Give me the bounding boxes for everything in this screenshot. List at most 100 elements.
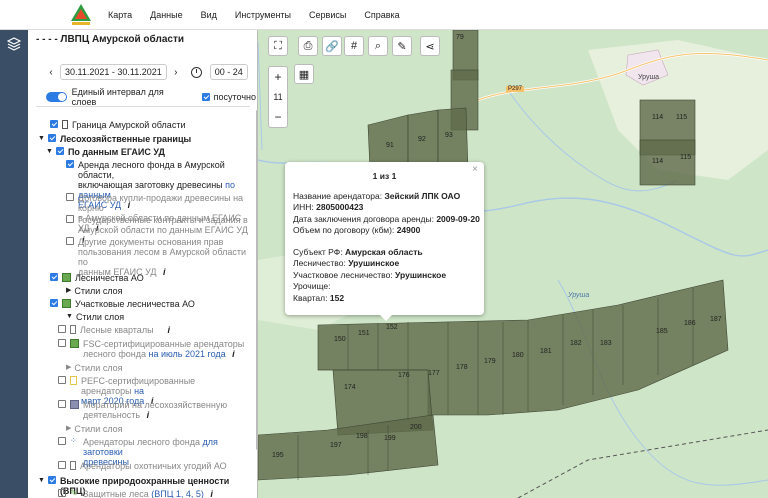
- menu-map[interactable]: Карта: [108, 10, 132, 20]
- menu-view[interactable]: Вид: [201, 10, 217, 20]
- print-icon[interactable]: ⎙: [298, 36, 318, 56]
- qr-icon[interactable]: ▦: [294, 64, 314, 84]
- table-icon: [62, 273, 71, 282]
- checkbox[interactable]: [58, 325, 66, 333]
- checkbox[interactable]: [58, 437, 66, 445]
- quarter-label: 200: [410, 424, 422, 431]
- hourly-label: посуточно: [213, 92, 256, 102]
- hourly-checkbox[interactable]: [201, 93, 210, 101]
- checkbox[interactable]: [47, 134, 56, 142]
- zoom-out-button[interactable]: −: [269, 107, 287, 127]
- layer-label: Лесничества АО: [75, 273, 144, 283]
- forestry-value: Урушинское: [348, 258, 400, 268]
- info-icon[interactable]: i: [168, 325, 171, 335]
- menu-tools[interactable]: Инструменты: [235, 10, 291, 20]
- layer-moratoria[interactable]: Мораторий на лесохозяйственную деятельно…: [58, 400, 248, 420]
- caret-down-icon[interactable]: ▼: [46, 147, 53, 157]
- points-icon: ⁘: [70, 436, 77, 445]
- map-view[interactable]: 79 91 92 93 114 115 114 115 150 151 152 …: [258, 30, 768, 498]
- time-range-input[interactable]: 00 - 24: [209, 64, 248, 80]
- caret-right-icon[interactable]: ▶: [66, 363, 71, 373]
- checkbox[interactable]: [58, 400, 66, 408]
- quarter-label: 150: [334, 336, 346, 343]
- checkbox[interactable]: [55, 147, 64, 155]
- layer-hunting[interactable]: Арендаторы охотничьих угодий АО: [58, 461, 227, 471]
- grid-icon[interactable]: #: [344, 36, 364, 56]
- caret-down-icon[interactable]: ▼: [66, 312, 73, 322]
- layer-amur-border[interactable]: Граница Амурской области: [50, 120, 185, 130]
- layers-icon[interactable]: [4, 34, 24, 54]
- styles-toggle[interactable]: ▶ Стили слоя: [66, 363, 123, 373]
- group-label: Лесохозяйственные границы: [59, 134, 192, 144]
- caret-right-icon[interactable]: ▶: [66, 424, 71, 434]
- layer-district-forestries[interactable]: Участковые лесничества АО: [50, 299, 195, 309]
- volume-value: 24900: [396, 225, 421, 235]
- checkbox[interactable]: [66, 215, 74, 223]
- checkbox[interactable]: [47, 476, 56, 484]
- layer-protective[interactable]: ✎ Защитные леса (ВПЦ 1, 4, 5) i: [58, 489, 213, 498]
- layer-quarters[interactable]: Лесные кварталы i: [58, 325, 170, 335]
- top-menu-bar: Карта Данные Вид Инструменты Сервисы Спр…: [0, 0, 768, 30]
- zoom-region-icon[interactable]: ⌕: [368, 36, 388, 56]
- layer-label: Арендаторы охотничьих угодий АО: [80, 461, 227, 471]
- layer-other[interactable]: Другие документы основания прав пользова…: [66, 237, 250, 277]
- panel-title: - - - - ЛВПЦ Амурской области: [36, 34, 184, 45]
- time-range[interactable]: 00 - 24: [190, 64, 252, 80]
- quarter-label: 198: [356, 433, 368, 440]
- quarter-label: 174: [344, 384, 356, 391]
- zoom-level: 11: [273, 92, 283, 102]
- quarter-label: 91: [386, 142, 394, 149]
- layer-label: Другие документы основания прав пользова…: [78, 237, 246, 277]
- layer-forestries[interactable]: Лесничества АО: [50, 273, 144, 283]
- quarter-label: 187: [710, 316, 722, 323]
- place-label-town: Уруша: [638, 74, 659, 81]
- pin-icon[interactable]: ✎: [392, 36, 412, 56]
- document-icon: [70, 376, 77, 385]
- share-icon[interactable]: ⋖: [420, 36, 440, 56]
- outline-icon: [70, 325, 76, 334]
- date-range-row: ‹ 30.11.2021 - 30.11.2021 › 00 - 24: [46, 64, 252, 80]
- layer-fsc[interactable]: FSC-сертифицированные арендаторы лесного…: [58, 339, 248, 359]
- zoom-in-button[interactable]: +: [269, 67, 287, 87]
- zoom-control: + 11 −: [268, 66, 288, 128]
- single-interval-toggle[interactable]: [46, 92, 67, 102]
- quarter-label: 197: [330, 442, 342, 449]
- styles-toggle[interactable]: ▶ Стили слоя: [66, 286, 123, 296]
- checkbox[interactable]: [66, 193, 74, 201]
- link-icon[interactable]: 🔗: [322, 36, 342, 56]
- menu-data[interactable]: Данные: [150, 10, 183, 20]
- app-logo[interactable]: [70, 3, 92, 27]
- layer-label: Лесные кварталы: [80, 325, 154, 335]
- group-forest-bounds[interactable]: ▼ Лесохозяйственные границы: [38, 134, 191, 144]
- menu-services[interactable]: Сервисы: [309, 10, 346, 20]
- layers-panel: - - - - ЛВПЦ Амурской области ‹ 30.11.20…: [28, 30, 258, 498]
- quarter-label: 115: [680, 154, 692, 161]
- checkbox[interactable]: [58, 339, 66, 347]
- next-date-icon[interactable]: ›: [171, 67, 181, 78]
- checkbox[interactable]: [58, 461, 66, 469]
- prev-date-icon[interactable]: ‹: [46, 67, 56, 78]
- subject-value: Амурская область: [344, 246, 423, 257]
- styles-toggle[interactable]: ▶ Стили слоя: [66, 424, 123, 434]
- checkbox[interactable]: [66, 160, 74, 168]
- interval-row: Единый интервал для слоев посуточно: [46, 87, 256, 107]
- menu-help[interactable]: Справка: [364, 10, 399, 20]
- checkbox[interactable]: [50, 120, 58, 128]
- quarter-label: 114: [652, 158, 664, 165]
- group-egais[interactable]: ▼ По данным ЕГАИС УД: [46, 147, 165, 157]
- quarter-label: 152: [386, 324, 398, 331]
- close-icon[interactable]: ×: [472, 164, 478, 176]
- date-range-input[interactable]: 30.11.2021 - 30.11.2021: [60, 64, 167, 80]
- checkbox[interactable]: [50, 273, 58, 281]
- checkbox[interactable]: [58, 489, 66, 497]
- caret-right-icon[interactable]: ▶: [66, 286, 71, 296]
- caret-down-icon[interactable]: ▼: [38, 134, 45, 144]
- styles-toggle[interactable]: ▼ Стили слоя: [66, 312, 124, 322]
- checkbox[interactable]: [58, 376, 66, 384]
- checkbox[interactable]: [50, 299, 58, 307]
- fullscreen-icon[interactable]: ⛶: [268, 36, 288, 56]
- caret-down-icon[interactable]: ▼: [38, 476, 45, 486]
- checkbox[interactable]: [66, 237, 74, 245]
- quarter-label: 93: [445, 132, 453, 139]
- styles-label: Стили слоя: [74, 286, 123, 296]
